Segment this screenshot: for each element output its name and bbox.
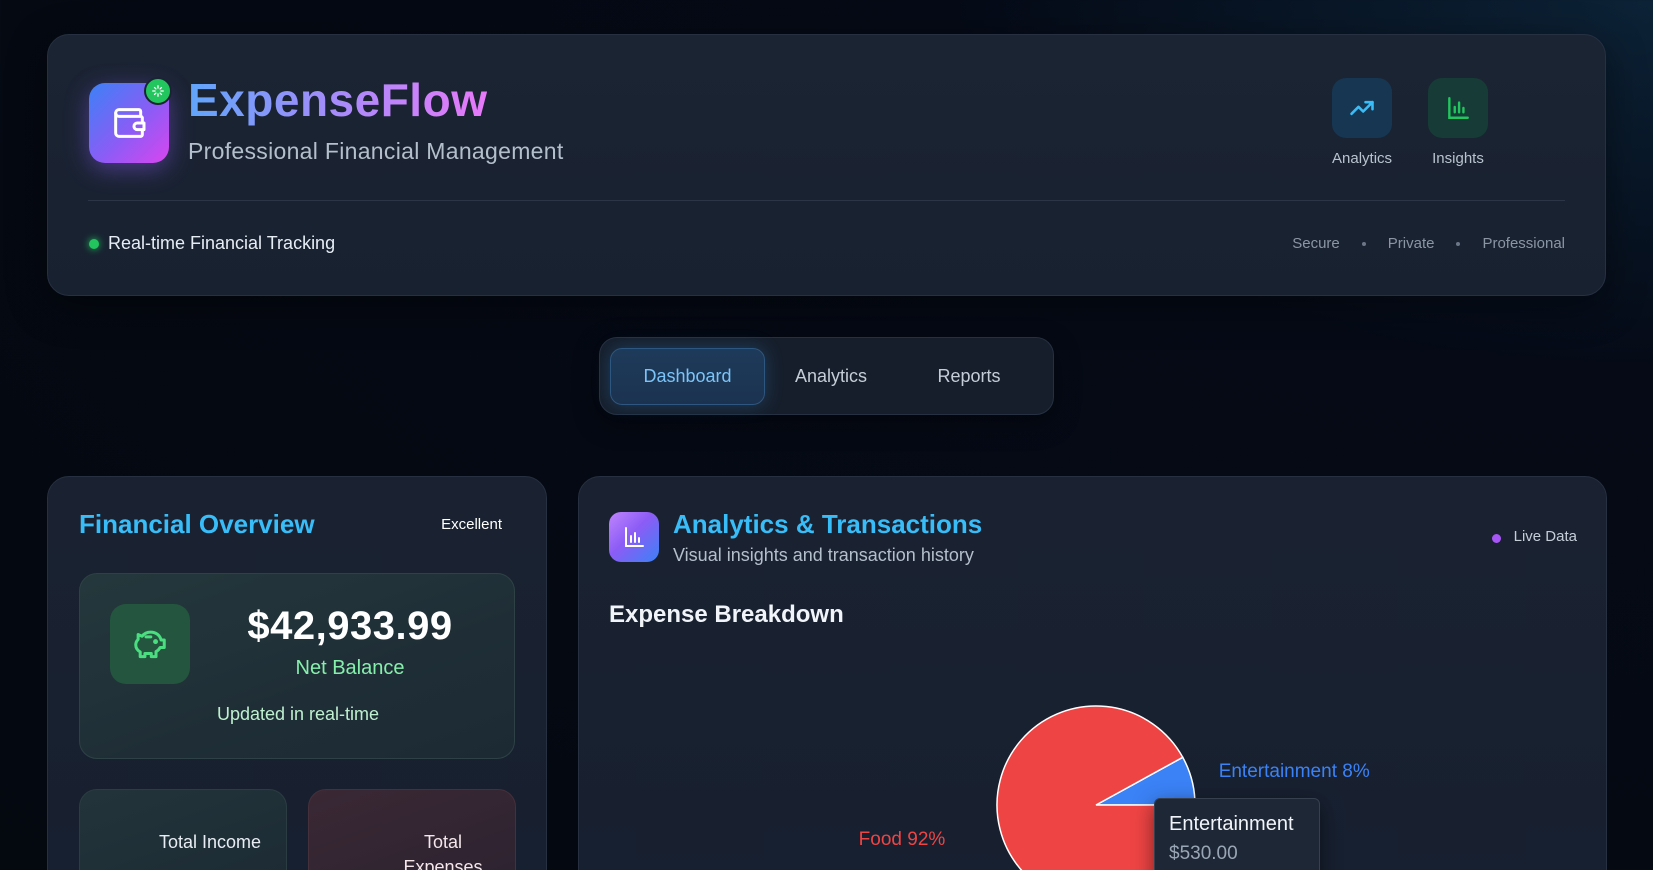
main-tabbar: Dashboard Analytics Reports (599, 337, 1054, 415)
net-balance-label: Net Balance (295, 657, 405, 679)
financial-overview-card: Financial Overview Excellent $42,933.99 … (47, 476, 547, 870)
status-indicator (89, 239, 99, 249)
header-divider (88, 200, 1565, 201)
pie-label-entertainment: Entertainment 8% (1219, 761, 1370, 782)
total-income-label: Total Income (158, 832, 262, 852)
update-status: Updated in real-time (216, 704, 380, 724)
total-income-card: Total Income (79, 789, 287, 870)
tag-separator (1361, 241, 1366, 246)
pie-label-food: Food 92% (859, 829, 946, 850)
tab-dashboard[interactable]: Dashboard (610, 348, 765, 405)
tag-private: Private (1387, 235, 1435, 252)
health-badge: Excellent (441, 516, 502, 533)
insights-button[interactable]: Insights (1428, 78, 1488, 167)
expense-pie-chart: Entertainment 8% Food 92% (859, 705, 1370, 870)
insights-button-label: Insights (1432, 150, 1484, 167)
analytics-button-label: Analytics (1332, 150, 1393, 167)
chart-tooltip: Entertainment $530.00 (1154, 798, 1320, 870)
feature-tags: Secure Private Professional (1292, 235, 1565, 252)
tag-separator (1456, 241, 1461, 246)
analytics-button[interactable]: Analytics (1332, 78, 1392, 167)
tab-reports[interactable]: Reports (900, 348, 1038, 405)
app-subtitle: Professional Financial Management (188, 138, 564, 164)
header-card: ExpenseFlow Professional Financial Manag… (47, 34, 1606, 296)
total-expenses-label: Total Expenses (403, 832, 483, 870)
piggy-bank-icon (110, 604, 190, 684)
status-text: Real-time Financial Tracking (108, 233, 336, 253)
total-expenses-card: Total Expenses (308, 789, 516, 870)
bar-chart-icon (1428, 78, 1488, 138)
tag-professional: Professional (1482, 235, 1565, 252)
analytics-card: Analytics & Transactions Visual insights… (578, 476, 1607, 870)
wallet-icon (114, 108, 146, 138)
overview-title: Financial Overview (79, 509, 315, 539)
app-title: ExpenseFlow (188, 74, 488, 126)
trending-up-icon (1332, 78, 1393, 138)
tooltip-amount: $530.00 (1169, 843, 1238, 864)
net-balance-value: $42,933.99 (247, 604, 453, 648)
sparkle-icon (144, 77, 172, 105)
net-balance-panel: $42,933.99 Net Balance Updated in real-t… (79, 573, 515, 759)
tag-secure: Secure (1292, 235, 1340, 252)
tab-analytics[interactable]: Analytics (762, 348, 900, 405)
tooltip-category: Entertainment (1169, 813, 1294, 835)
